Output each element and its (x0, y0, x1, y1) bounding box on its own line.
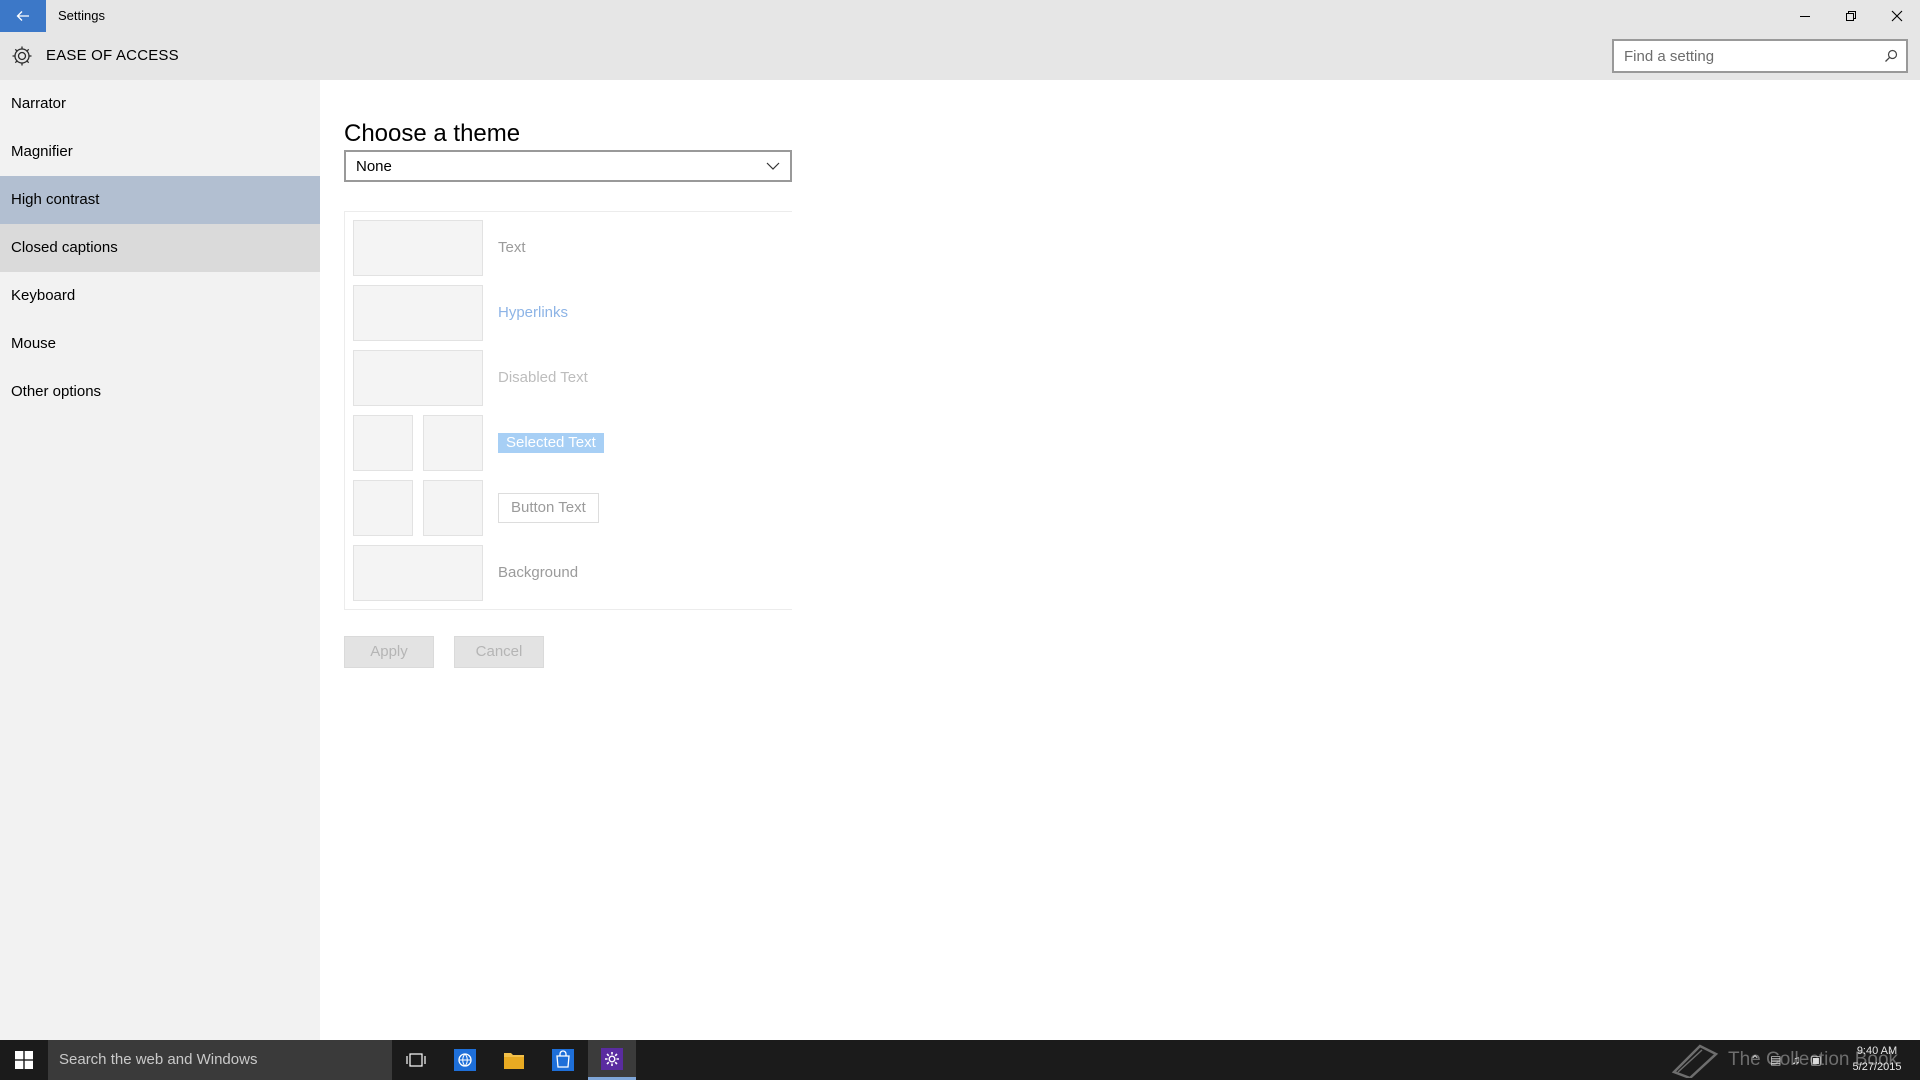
settings-icon (601, 1047, 623, 1070)
clock-time: 9:40 AM (1856, 1045, 1898, 1057)
close-icon (1891, 10, 1903, 22)
book-icon (1671, 1044, 1719, 1078)
minimize-button[interactable] (1782, 0, 1828, 32)
preview-row-text: Text (353, 220, 783, 276)
title-bar: Settings (0, 0, 1920, 32)
back-button[interactable] (0, 0, 46, 32)
file-explorer-button[interactable] (490, 1040, 538, 1080)
preview-text-label: Text (498, 239, 526, 256)
sidebar-item-keyboard[interactable]: Keyboard (0, 272, 320, 320)
section-title: EASE OF ACCESS (46, 47, 179, 64)
button-text-bg-swatch[interactable] (423, 480, 483, 536)
preview-row-button: Button Text (353, 480, 783, 536)
preview-row-background: Background (353, 545, 783, 601)
window-title: Settings (58, 8, 105, 23)
start-button[interactable] (0, 1040, 48, 1080)
window-controls (1782, 0, 1920, 32)
sidebar-item-closed-captions[interactable]: Closed captions (0, 224, 320, 272)
sidebar-item-other-options[interactable]: Other options (0, 368, 320, 416)
browser-icon (454, 1049, 476, 1071)
arrow-left-icon (16, 11, 29, 21)
sidebar: Narrator Magnifier High contrast Closed … (0, 80, 320, 1040)
store-button[interactable] (539, 1040, 587, 1080)
sidebar-item-narrator[interactable]: Narrator (0, 80, 320, 128)
preview-row-selected: Selected Text (353, 415, 783, 471)
text-color-swatch[interactable] (353, 220, 483, 276)
page-title: Choose a theme (344, 120, 521, 148)
sidebar-item-mouse[interactable]: Mouse (0, 320, 320, 368)
file-explorer-icon (504, 1053, 524, 1069)
sidebar-item-magnifier[interactable]: Magnifier (0, 128, 320, 176)
search-box[interactable] (1612, 39, 1908, 73)
preview-hyperlinks-label: Hyperlinks (498, 304, 569, 321)
restore-button[interactable] (1828, 0, 1874, 32)
task-view-icon (406, 1053, 426, 1067)
preview-row-hyperlinks: Hyperlinks (353, 285, 783, 341)
chevron-up-icon[interactable]: ⌃ (1750, 1053, 1760, 1067)
sidebar-item-high-contrast[interactable]: High contrast (0, 176, 320, 224)
theme-dropdown-value: None (356, 157, 392, 175)
volume-icon[interactable]: ♫ (1791, 1053, 1800, 1067)
system-tray: ⌃ ▤ ♫ ▣ (1750, 1040, 1822, 1080)
selected-text-bg-swatch[interactable] (423, 415, 483, 471)
taskbar: Search the web and Windows The Collectio… (0, 1040, 1920, 1080)
button-text-fg-swatch[interactable] (353, 480, 413, 536)
taskbar-search[interactable]: Search the web and Windows (48, 1040, 392, 1080)
search-input[interactable] (1614, 42, 1876, 70)
preview-button-label: Button Text (498, 493, 599, 523)
hyperlink-color-swatch[interactable] (353, 285, 483, 341)
search-icon[interactable] (1876, 41, 1906, 71)
preview-disabled-label: Disabled Text (498, 369, 588, 386)
preview-row-disabled: Disabled Text (353, 350, 783, 406)
preview-background-label: Background (498, 564, 579, 581)
close-button[interactable] (1874, 0, 1920, 32)
clock-date: 5/27/2015 (1852, 1061, 1902, 1073)
minimize-icon (1800, 16, 1810, 17)
theme-dropdown[interactable]: None (344, 150, 792, 182)
browser-button[interactable] (441, 1040, 489, 1080)
settings-header: EASE OF ACCESS (0, 32, 1920, 80)
background-color-swatch[interactable] (353, 545, 483, 601)
theme-preview: Text Hyperlinks Disabled Text Selected T… (344, 211, 792, 610)
apply-button[interactable]: Apply (344, 636, 434, 668)
preview-selected-label: Selected Text (498, 433, 604, 453)
windows-logo-icon (15, 1051, 33, 1069)
task-view-button[interactable] (392, 1040, 440, 1080)
cancel-button[interactable]: Cancel (454, 636, 544, 668)
gear-icon (12, 46, 32, 66)
notifications-icon[interactable]: ▣ (1810, 1053, 1821, 1067)
settings-app-button[interactable] (588, 1040, 636, 1080)
main-content: Choose a theme None Text Hyperlinks Disa… (320, 80, 1920, 1040)
store-icon (552, 1049, 574, 1071)
network-icon[interactable]: ▤ (1770, 1053, 1781, 1067)
disabled-text-color-swatch[interactable] (353, 350, 483, 406)
taskbar-clock[interactable]: 9:40 AM 5/27/2015 (1842, 1043, 1912, 1075)
selected-text-fg-swatch[interactable] (353, 415, 413, 471)
chevron-down-icon (766, 162, 780, 170)
restore-icon (1846, 11, 1856, 21)
